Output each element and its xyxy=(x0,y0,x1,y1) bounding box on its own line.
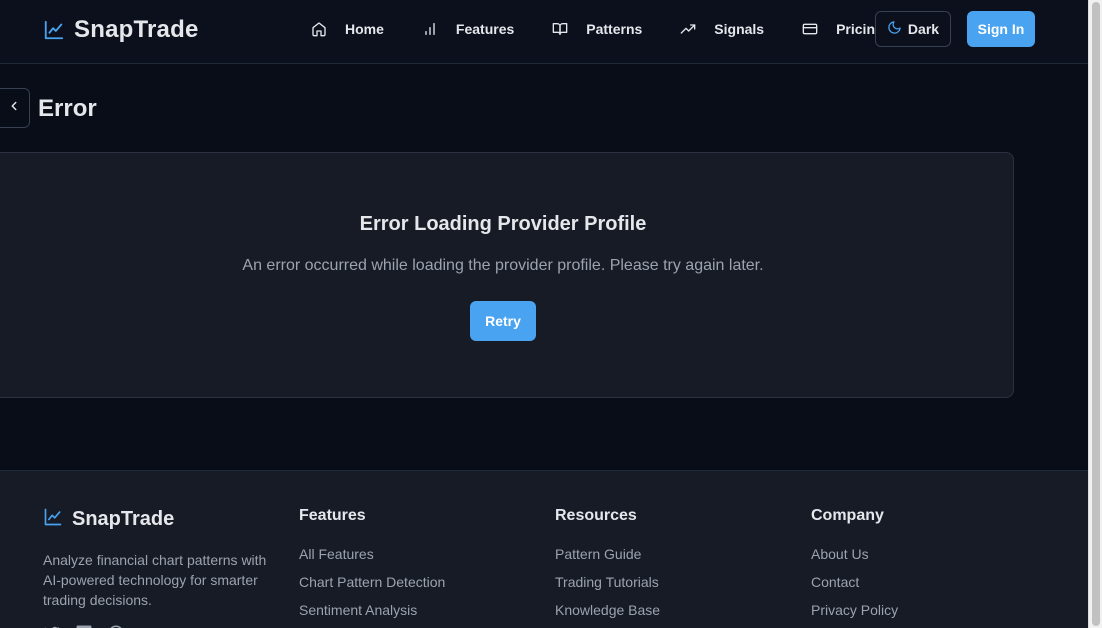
retry-button[interactable]: Retry xyxy=(470,301,536,341)
footer-link[interactable]: Privacy Policy xyxy=(811,601,898,619)
sign-in-button[interactable]: Sign In xyxy=(967,11,1035,47)
nav-features-label: Features xyxy=(455,21,515,37)
footer-col-title: Features xyxy=(299,507,366,524)
nav-signals[interactable]: Signals xyxy=(679,20,764,38)
error-card: Error Loading Provider Profile An error … xyxy=(0,152,1014,398)
page-scrollbar[interactable] xyxy=(1088,0,1102,628)
theme-toggle-label: Dark xyxy=(907,21,940,37)
nav-home[interactable]: Home xyxy=(310,20,384,38)
nav-patterns[interactable]: Patterns xyxy=(551,20,642,38)
footer-description: Analyze financial chart patterns with AI… xyxy=(43,552,267,608)
footer-link[interactable]: Trading Tutorials xyxy=(555,573,660,591)
site-footer: SnapTrade Analyze financial chart patter… xyxy=(0,470,1088,628)
brand-logo[interactable]: SnapTrade xyxy=(43,16,199,44)
theme-toggle-button[interactable]: Dark xyxy=(875,11,951,47)
github-icon[interactable] xyxy=(107,624,125,628)
page-title: Error xyxy=(38,95,97,122)
main-nav: Home Features Patterns Signals Pricing xyxy=(310,0,884,58)
bar-chart-icon xyxy=(421,20,439,38)
footer-social-links xyxy=(43,624,283,628)
footer-link[interactable]: Pattern Guide xyxy=(555,545,660,563)
footer-link[interactable]: Contact xyxy=(811,573,898,591)
nav-pricing[interactable]: Pricing xyxy=(801,20,884,38)
moon-icon xyxy=(887,20,902,38)
back-button[interactable] xyxy=(0,88,30,128)
chart-line-icon xyxy=(43,507,63,532)
nav-patterns-label: Patterns xyxy=(586,21,643,37)
credit-card-icon xyxy=(801,20,819,38)
top-navbar: SnapTrade Home Features Patterns Signals… xyxy=(0,0,1088,64)
linkedin-icon[interactable] xyxy=(75,624,93,628)
footer-link[interactable]: About Us xyxy=(811,545,898,563)
footer-col-resources: Resources Pattern Guide Trading Tutorial… xyxy=(555,507,660,628)
nav-signals-label: Signals xyxy=(714,21,765,37)
page: SnapTrade Home Features Patterns Signals… xyxy=(0,0,1102,628)
footer-link[interactable]: Sentiment Analysis xyxy=(299,601,445,619)
footer-link[interactable]: All Features xyxy=(299,545,445,563)
footer-brand: SnapTrade Analyze financial chart patter… xyxy=(43,507,283,628)
chart-line-icon xyxy=(43,19,65,41)
footer-brand-name: SnapTrade xyxy=(72,508,175,530)
book-open-icon xyxy=(551,20,569,38)
home-icon xyxy=(310,20,328,38)
footer-link[interactable]: Chart Pattern Detection xyxy=(299,573,445,591)
nav-features[interactable]: Features xyxy=(421,20,514,38)
error-message: An error occurred while loading the prov… xyxy=(242,257,764,274)
footer-link[interactable]: Knowledge Base xyxy=(555,601,660,619)
twitter-icon[interactable] xyxy=(43,624,61,628)
chevron-left-icon xyxy=(7,99,21,118)
scrollbar-thumb[interactable] xyxy=(1092,2,1100,626)
brand-name: SnapTrade xyxy=(74,16,199,43)
footer-col-features: Features All Features Chart Pattern Dete… xyxy=(299,507,445,628)
footer-logo[interactable]: SnapTrade xyxy=(43,507,283,532)
trending-up-icon xyxy=(679,20,697,38)
nav-home-label: Home xyxy=(345,21,384,37)
error-title: Error Loading Provider Profile xyxy=(359,213,647,235)
footer-col-title: Company xyxy=(811,507,884,524)
footer-col-company: Company About Us Contact Privacy Policy xyxy=(811,507,898,628)
footer-col-title: Resources xyxy=(555,507,637,524)
